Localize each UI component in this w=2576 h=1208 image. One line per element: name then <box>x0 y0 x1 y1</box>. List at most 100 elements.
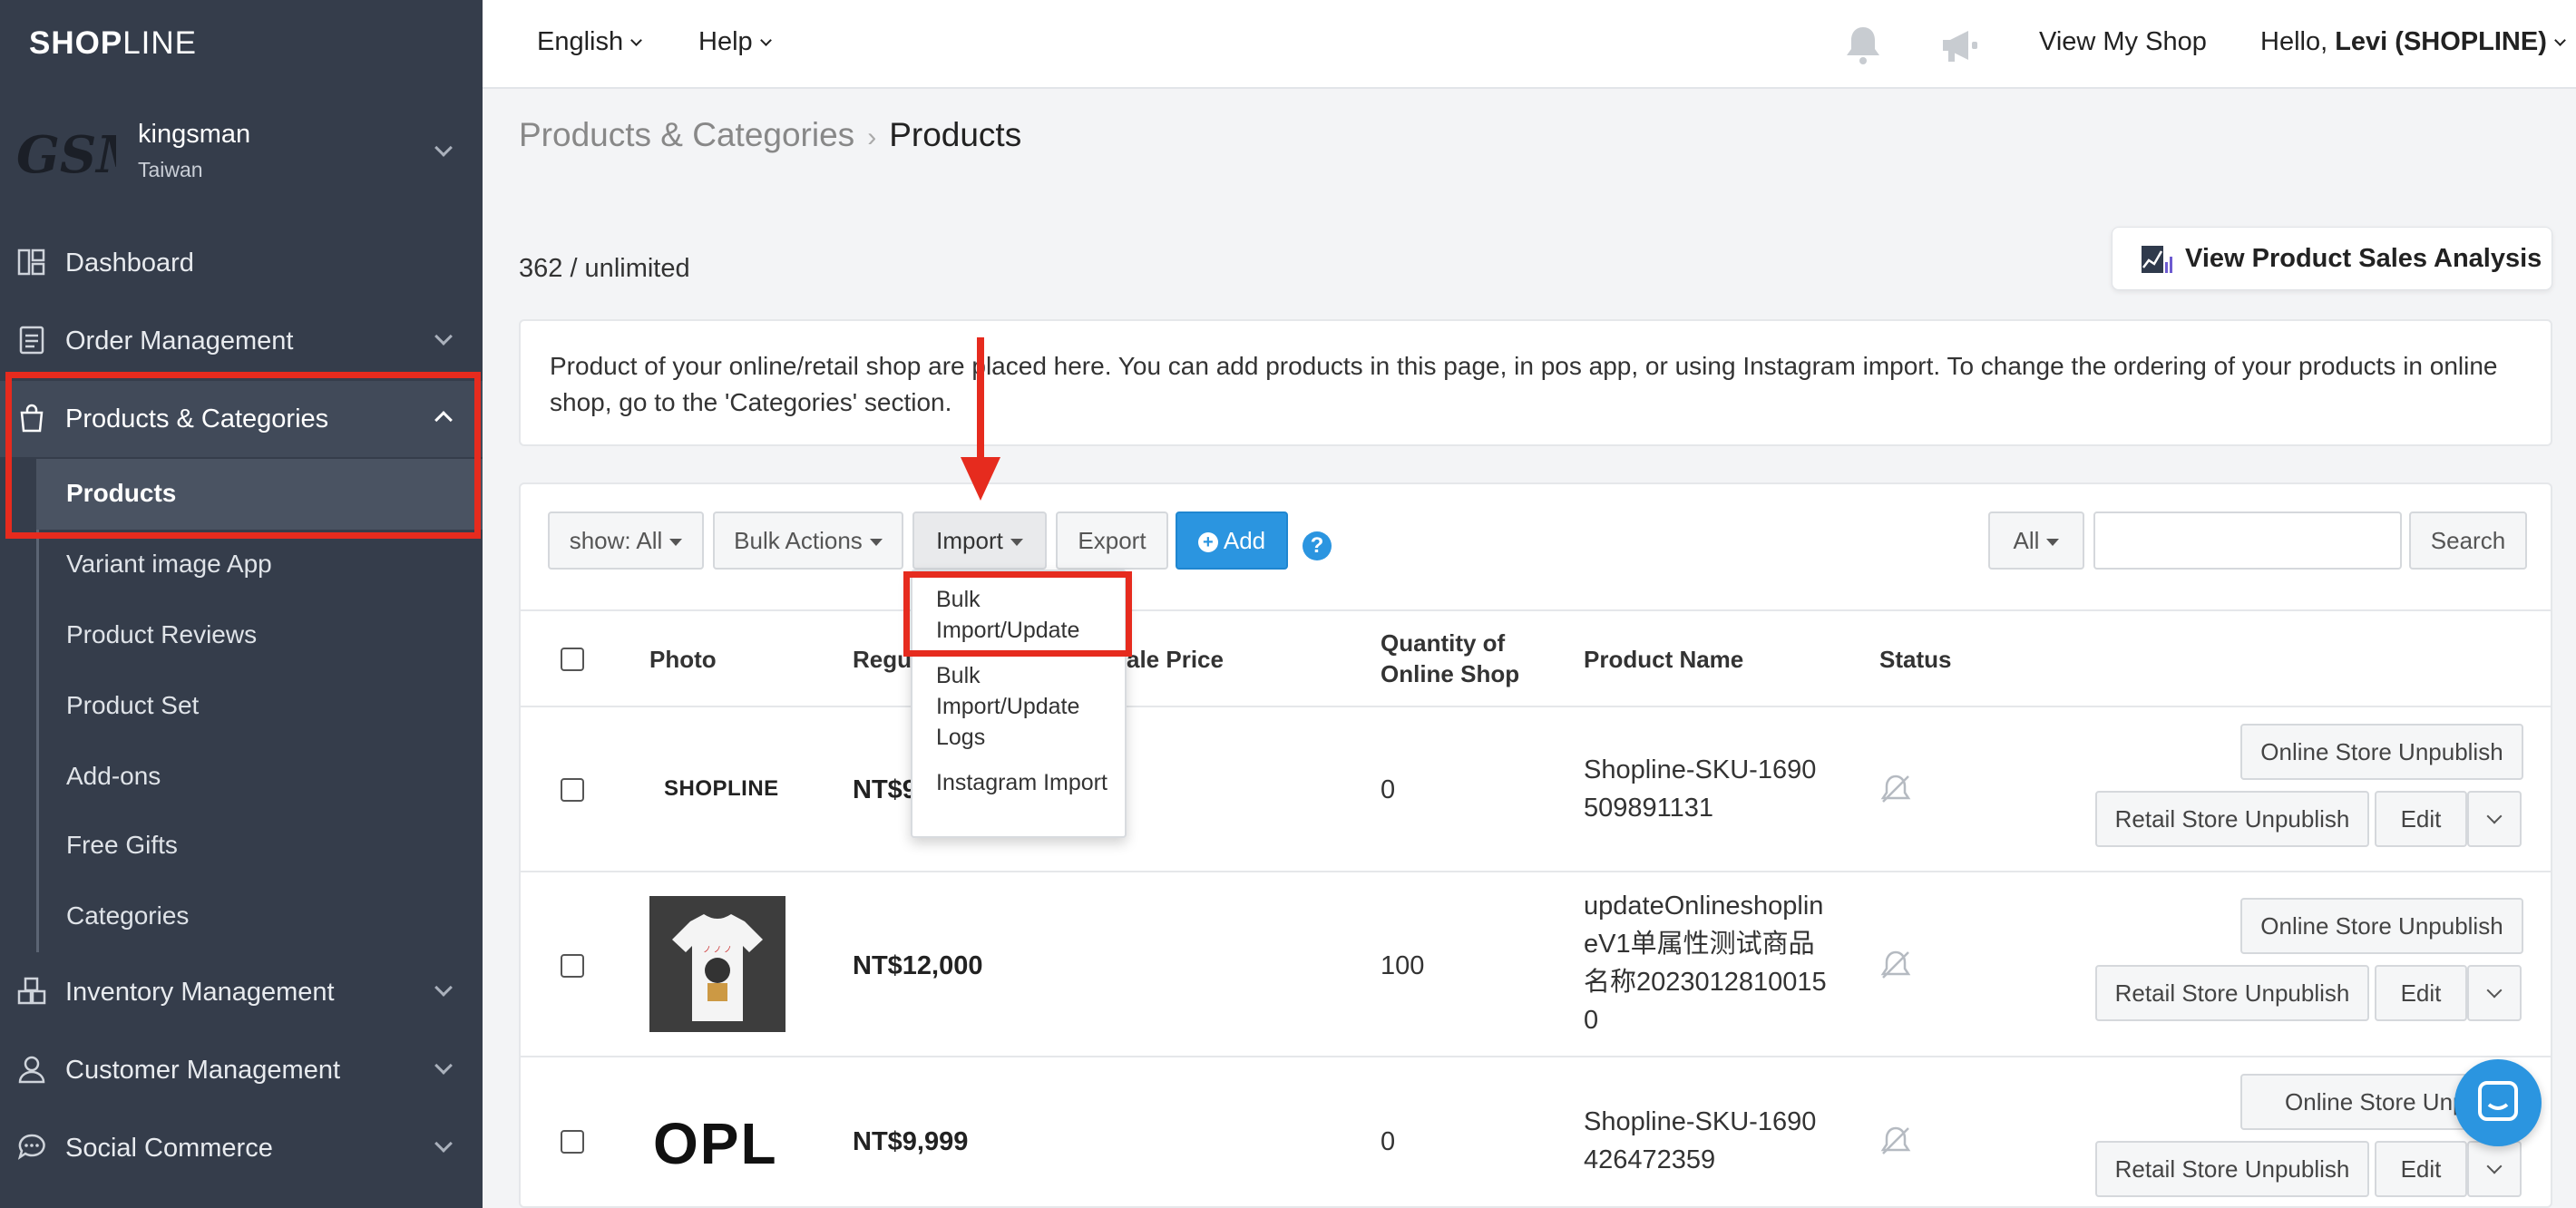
edit-dropdown-toggle[interactable] <box>2467 1141 2522 1197</box>
notification-off-icon[interactable] <box>1878 1123 1914 1159</box>
table-header: Photo Regu ale Price Quantity of Online … <box>521 609 2551 707</box>
edit-dropdown-toggle[interactable] <box>2467 965 2522 1021</box>
product-name[interactable]: Shopline-SKU-1690509891131 <box>1584 751 1829 827</box>
chat-icon <box>2478 1081 2518 1121</box>
select-all-checkbox[interactable] <box>561 648 584 671</box>
sidebar-item-social-commerce[interactable]: Social Commerce <box>0 1110 483 1186</box>
sidebar-item-label: Social Commerce <box>65 1134 273 1163</box>
sidebar-subitem-label: Categories <box>66 901 190 930</box>
quantity: 0 <box>1381 1127 1396 1156</box>
notification-off-icon[interactable] <box>1878 947 1914 983</box>
add-product-button[interactable]: + Add <box>1176 511 1288 570</box>
info-message: Product of your online/retail shop are p… <box>519 319 2552 446</box>
language-menu[interactable]: English <box>537 27 642 57</box>
breadcrumb-current: Products <box>889 116 1022 153</box>
show-filter-label: show: All <box>569 527 663 554</box>
sidebar-subitem-product-set[interactable]: Product Set <box>36 671 483 742</box>
menu-item-instagram-import[interactable]: Instagram Import <box>936 767 1117 798</box>
bell-icon[interactable] <box>1839 22 1887 69</box>
row-checkbox[interactable] <box>561 778 584 802</box>
header-product-name[interactable]: Product Name <box>1584 644 1743 675</box>
export-button[interactable]: Export <box>1056 511 1168 570</box>
annotation-arrow-head-icon <box>961 457 1000 501</box>
edit-button[interactable]: Edit <box>2375 965 2467 1021</box>
search-input[interactable] <box>2093 511 2402 570</box>
sidebar-subitem-product-reviews[interactable]: Product Reviews <box>36 600 483 671</box>
store-switcher[interactable]: GSM kingsman Taiwan <box>0 109 483 200</box>
header-sale-price[interactable]: ale Price <box>1127 644 1224 675</box>
regular-price: NT$9,999 <box>853 1127 969 1156</box>
sidebar-subitem-categories[interactable]: Categories <box>36 882 483 952</box>
view-my-shop-link[interactable]: View My Shop <box>2039 27 2207 57</box>
retail-store-unpublish-button[interactable]: Retail Store Unpublish <box>2095 1141 2369 1197</box>
search-filter-dropdown[interactable]: All <box>1988 511 2084 570</box>
add-label: Add <box>1223 527 1266 554</box>
user-menu[interactable]: Hello, Levi (SHOPLINE) <box>2260 27 2566 57</box>
chevron-down-icon <box>434 979 453 997</box>
caret-down-icon <box>2553 34 2566 46</box>
online-store-unpublish-button[interactable]: Online Store Unpublish <box>2240 724 2523 780</box>
sidebar-item-orders[interactable]: Order Management <box>0 303 483 379</box>
edit-button[interactable]: Edit <box>2375 1141 2467 1197</box>
table-row: SHOPLINE NT$9 0 Shopline-SKU-16905098911… <box>521 707 2551 872</box>
import-dropdown[interactable]: Import <box>912 511 1047 570</box>
help-menu[interactable]: Help <box>698 27 772 57</box>
sidebar-subitem-variant-image-app[interactable]: Variant image App <box>36 530 483 600</box>
language-label: English <box>537 27 624 56</box>
sidebar-subitem-label: Product Reviews <box>66 620 258 648</box>
breadcrumb: Products & Categories › Products <box>519 116 1021 154</box>
menu-item-bulk-import-update-logs[interactable]: Bulk Import/Update Logs <box>936 660 1117 753</box>
hello-prefix: Hello, <box>2260 27 2336 56</box>
help-label: Help <box>698 27 753 56</box>
bulk-actions-dropdown[interactable]: Bulk Actions <box>713 511 903 570</box>
online-store-unpublish-button[interactable]: Online Store Unpublish <box>2240 898 2523 954</box>
sidebar-item-dashboard[interactable]: Dashboard <box>0 225 483 301</box>
search-button[interactable]: Search <box>2409 511 2527 570</box>
notification-off-icon[interactable] <box>1878 771 1914 807</box>
search-label: Search <box>2430 527 2506 554</box>
breadcrumb-separator-icon: › <box>867 122 877 152</box>
import-label: Import <box>936 527 1003 554</box>
product-photo[interactable]: SHOPLINE <box>664 776 779 802</box>
highlight-box <box>5 372 481 539</box>
help-icon[interactable]: ? <box>1303 531 1332 560</box>
sidebar-subitem-label: Free Gifts <box>66 831 178 859</box>
edit-button[interactable]: Edit <box>2375 791 2467 847</box>
chat-support-button[interactable] <box>2454 1059 2542 1146</box>
quantity: 0 <box>1381 775 1396 804</box>
sidebar-subitem-label: Add-ons <box>66 762 161 790</box>
sidebar-item-inventory[interactable]: Inventory Management <box>0 954 483 1030</box>
retail-store-unpublish-button[interactable]: Retail Store Unpublish <box>2095 791 2369 847</box>
caret-down-icon <box>1010 539 1023 547</box>
analysis-button-label: View Product Sales Analysis <box>2185 244 2542 273</box>
edit-dropdown-toggle[interactable] <box>2467 791 2522 847</box>
product-name[interactable]: updateOnlineshoplineV1单属性测试商品名称202301281… <box>1584 887 1829 1039</box>
breadcrumb-parent[interactable]: Products & Categories <box>519 116 854 153</box>
view-product-sales-analysis-button[interactable]: View Product Sales Analysis <box>2112 227 2552 290</box>
sidebar-subitem-label: Product Set <box>66 691 200 719</box>
bulk-actions-label: Bulk Actions <box>734 527 863 554</box>
product-photo[interactable]: OPL <box>653 1110 778 1177</box>
customer-icon <box>18 1056 45 1084</box>
chevron-down-icon <box>434 327 453 346</box>
svg-text:ノ ノ ノ: ノ ノ ノ <box>703 945 732 954</box>
megaphone-icon[interactable] <box>1936 22 1983 69</box>
product-name[interactable]: Shopline-SKU-1690426472359 <box>1584 1103 1829 1179</box>
sidebar-subitem-add-ons[interactable]: Add-ons <box>36 742 483 813</box>
retail-store-unpublish-button[interactable]: Retail Store Unpublish <box>2095 965 2369 1021</box>
highlight-box <box>903 571 1132 657</box>
sidebar-subitem-free-gifts[interactable]: Free Gifts <box>36 811 483 882</box>
sidebar-item-customers[interactable]: Customer Management <box>0 1032 483 1108</box>
product-photo[interactable]: ノ ノ ノ <box>649 896 785 1032</box>
show-filter-dropdown[interactable]: show: All <box>548 511 704 570</box>
shopline-logo[interactable]: SHOPLINE <box>29 25 197 62</box>
regular-price: NT$9 <box>853 775 917 804</box>
row-checkbox[interactable] <box>561 954 584 978</box>
table-row: OPL NT$9,999 0 Shopline-SKU-169042647235… <box>521 1057 2551 1208</box>
row-checkbox[interactable] <box>561 1130 584 1154</box>
header-quantity[interactable]: Quantity of Online Shop <box>1381 628 1544 689</box>
sidebar-item-label: Dashboard <box>65 248 194 278</box>
sidebar-item-label: Inventory Management <box>65 978 335 1007</box>
regular-price: NT$12,000 <box>853 951 983 980</box>
sidebar-item-label: Customer Management <box>65 1056 341 1085</box>
